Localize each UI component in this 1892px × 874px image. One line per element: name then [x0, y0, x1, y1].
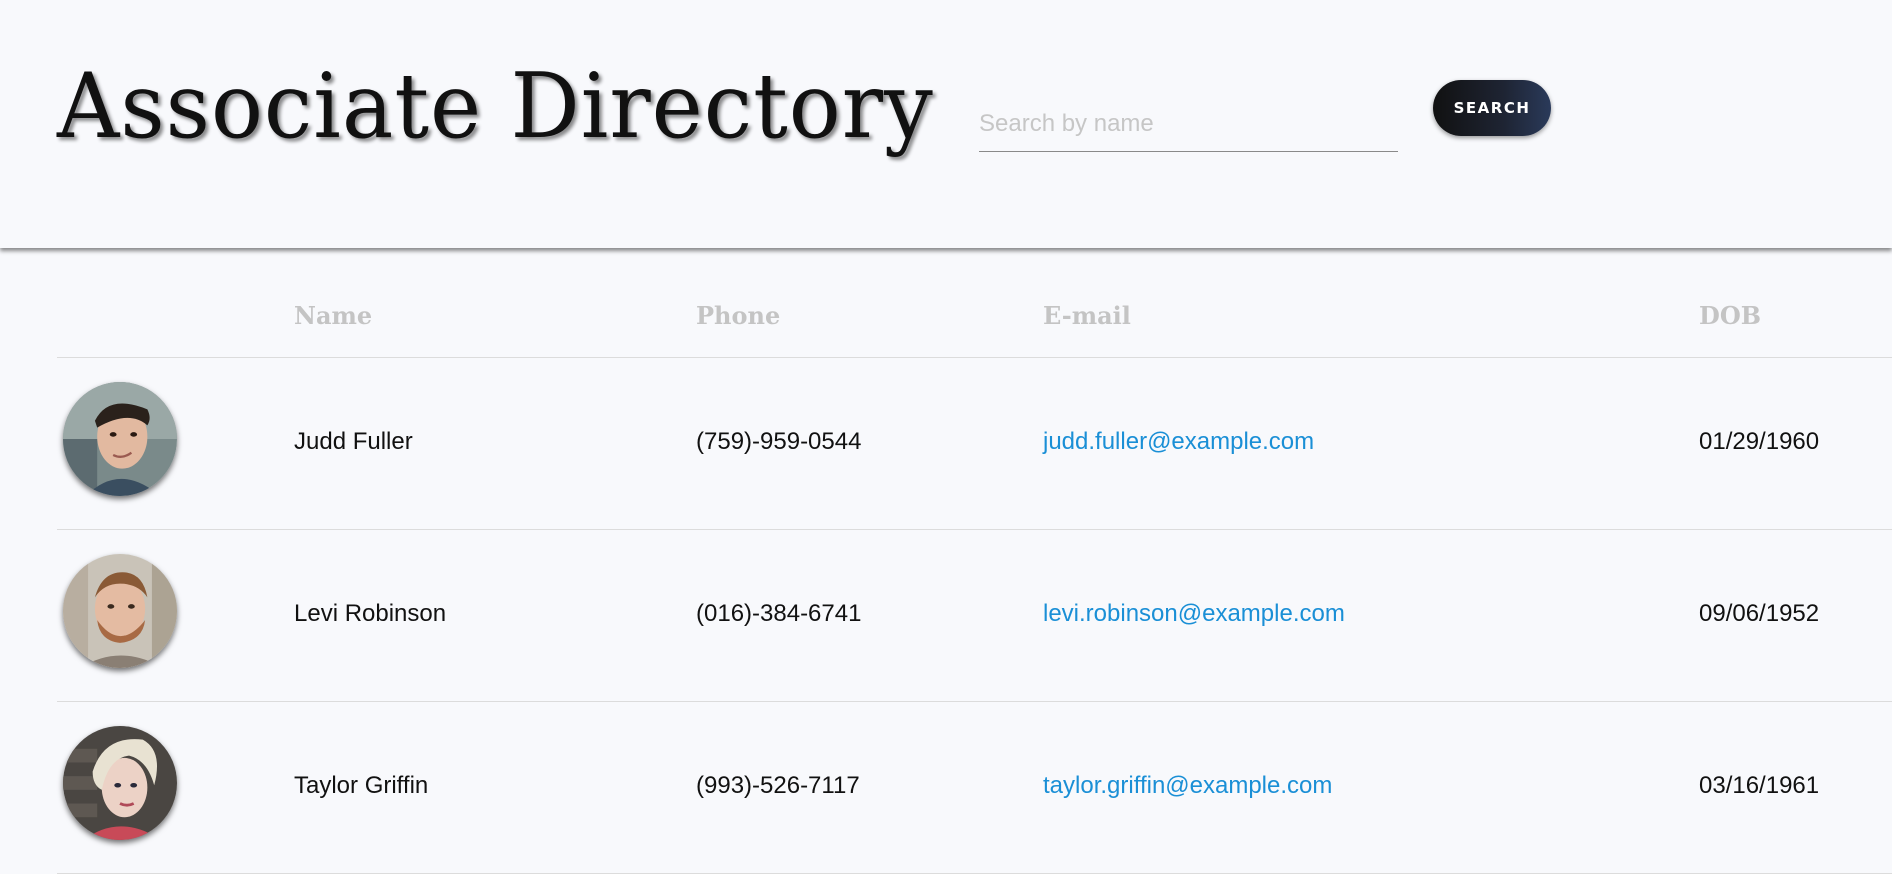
page-title: Associate Directory: [57, 54, 934, 159]
associate-phone: (993)-526-7117: [696, 772, 860, 799]
associate-dob: 09/06/1952: [1699, 600, 1820, 627]
avatar: [63, 726, 177, 840]
table-row[interactable]: Judd Fuller (759)-959-0544 judd.fuller@e…: [57, 358, 1892, 530]
column-header-email[interactable]: E-mail: [1043, 301, 1131, 330]
avatar-photo-icon: [63, 726, 177, 840]
associate-phone: (759)-959-0544: [696, 428, 862, 455]
associate-email-link[interactable]: taylor.griffin@example.com: [1043, 772, 1332, 800]
associate-table: Name Phone E-mail DOB Judd Fuller (759)-…: [57, 248, 1892, 874]
associate-dob: 03/16/1961: [1699, 772, 1820, 799]
avatar: [63, 382, 177, 496]
associate-name: Taylor Griffin: [294, 772, 429, 799]
associate-email-link[interactable]: judd.fuller@example.com: [1043, 428, 1314, 456]
table-row[interactable]: Taylor Griffin (993)-526-7117 taylor.gri…: [57, 702, 1892, 874]
avatar: [63, 554, 177, 668]
associate-name: Judd Fuller: [294, 428, 413, 455]
table-row[interactable]: Levi Robinson (016)-384-6741 levi.robins…: [57, 530, 1892, 702]
search-input[interactable]: [979, 96, 1398, 152]
associate-phone: (016)-384-6741: [696, 600, 862, 627]
avatar-photo-icon: [63, 554, 177, 668]
associate-email-link[interactable]: levi.robinson@example.com: [1043, 600, 1345, 628]
column-header-phone[interactable]: Phone: [696, 301, 780, 330]
table-header: Name Phone E-mail DOB: [57, 248, 1892, 358]
search-button[interactable]: SEARCH: [1433, 80, 1551, 136]
associate-name: Levi Robinson: [294, 600, 447, 627]
page-header: Associate Directory SEARCH: [0, 0, 1892, 248]
avatar-photo-icon: [63, 382, 177, 496]
associate-dob: 01/29/1960: [1699, 428, 1820, 455]
column-header-dob[interactable]: DOB: [1699, 301, 1761, 330]
column-header-name[interactable]: Name: [294, 301, 372, 330]
